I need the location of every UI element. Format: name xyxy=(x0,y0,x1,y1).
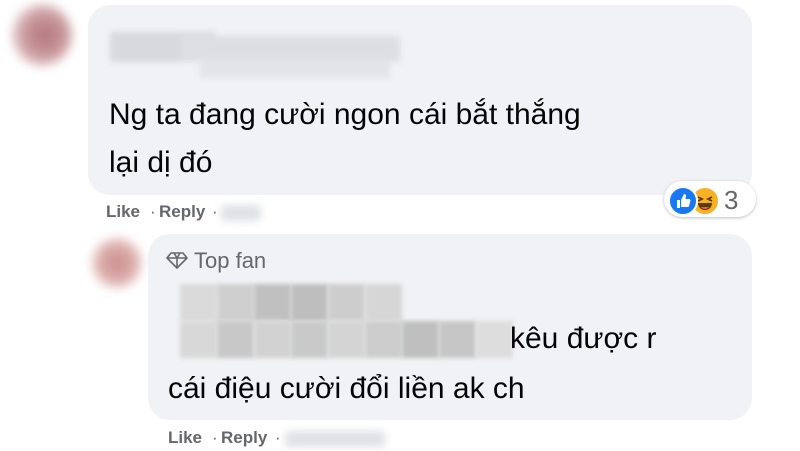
comment-text-line: cái điệu cười đổi liền ak ch xyxy=(168,372,525,405)
like-button[interactable]: Like xyxy=(106,202,140,222)
commenter-name-pixelated[interactable] xyxy=(180,280,513,365)
separator-dot: · xyxy=(212,202,218,221)
separator-dot: · xyxy=(275,428,281,447)
like-button[interactable]: Like xyxy=(168,428,202,448)
reply-button[interactable]: Reply xyxy=(159,202,205,222)
reaction-count: 3 xyxy=(724,185,739,215)
timestamp-blurred[interactable] xyxy=(285,431,385,447)
commenter-avatar[interactable] xyxy=(12,4,72,66)
comment-text-line: Ng ta đang cười ngon cái bắt thắng xyxy=(109,98,581,131)
separator-dot: · xyxy=(212,428,218,447)
top-fan-badge: Top fan xyxy=(166,248,266,274)
separator-dot: · xyxy=(150,202,156,221)
commenter-avatar[interactable] xyxy=(92,238,142,288)
like-icon xyxy=(668,186,698,216)
top-fan-label: Top fan xyxy=(194,248,267,273)
timestamp-blurred[interactable] xyxy=(221,205,261,221)
diamond-icon xyxy=(166,249,188,271)
reply-button[interactable]: Reply xyxy=(221,428,267,448)
reactions-summary[interactable]: 3 xyxy=(664,181,756,217)
comment-text-line: lại dị đó xyxy=(109,146,213,179)
commenter-name-blurred[interactable] xyxy=(110,32,400,80)
comment-text-line: kêu được r xyxy=(510,322,657,355)
